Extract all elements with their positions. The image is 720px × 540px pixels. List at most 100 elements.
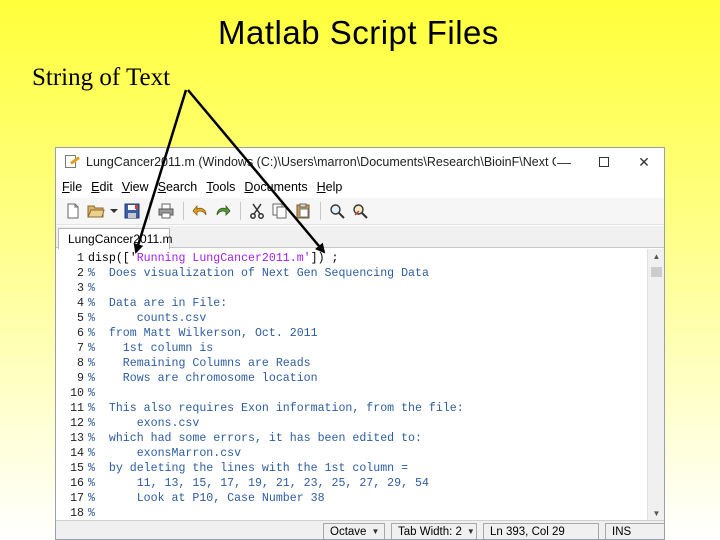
- line-number: 2: [77, 267, 84, 280]
- code-comment: % exonsMarron.csv: [88, 447, 242, 460]
- code-line[interactable]: 11 % This also requires Exon information,…: [70, 401, 643, 416]
- line-number: 6: [77, 327, 84, 340]
- paste-icon: [296, 203, 310, 219]
- save-button[interactable]: [121, 200, 143, 222]
- line-number: 14: [70, 447, 84, 460]
- code-comment: % exons.csv: [88, 417, 200, 430]
- line-number: 5: [77, 312, 84, 325]
- undo-icon: [192, 204, 207, 216]
- find-replace-icon: [353, 204, 368, 219]
- notepad-app-icon: [64, 155, 80, 169]
- paste-button[interactable]: [292, 200, 314, 222]
- document-tab-bar: LungCancer2011.m: [56, 226, 664, 249]
- line-number: 17: [70, 492, 84, 505]
- new-file-button[interactable]: [62, 200, 84, 222]
- scrollbar-thumb[interactable]: [651, 267, 662, 277]
- print-icon: [158, 203, 174, 219]
- code-line[interactable]: 8 % Remaining Columns are Reads: [77, 356, 643, 371]
- window-title: LungCancer2011.m (Windows (C:)\Users\mar…: [86, 155, 556, 169]
- line-number: 3: [77, 282, 84, 295]
- language-selector[interactable]: Octave ▼: [323, 523, 385, 539]
- code-line[interactable]: 10%: [70, 386, 643, 401]
- code-comment: % by deleting the lines with the 1st col…: [88, 462, 409, 475]
- code-comment: % Does visualization of Next Gen Sequenc…: [88, 267, 429, 280]
- code-line[interactable]: 7 % 1st column is: [77, 341, 643, 356]
- minimize-button[interactable]: —: [544, 148, 584, 176]
- code-line[interactable]: 18%: [70, 506, 643, 521]
- chevron-down-icon: ▼: [371, 527, 380, 536]
- chevron-down-icon: ▼: [466, 527, 475, 536]
- scroll-up-icon[interactable]: ▲: [648, 249, 664, 263]
- line-number: 11: [70, 402, 84, 415]
- tab-lungcancer2011[interactable]: LungCancer2011.m: [58, 228, 173, 249]
- code-line[interactable]: 16 % 11, 13, 15, 17, 19, 21, 23, 25, 27, …: [70, 476, 643, 491]
- code-line[interactable]: 14 % exonsMarron.csv: [70, 446, 643, 461]
- open-button[interactable]: [85, 200, 107, 222]
- code-line[interactable]: 2 % Does visualization of Next Gen Sequen…: [77, 266, 643, 281]
- toolbar-separator: [149, 202, 150, 220]
- code-line[interactable]: 12 % exons.csv: [70, 416, 643, 431]
- find-button[interactable]: [326, 200, 348, 222]
- redo-icon: [216, 204, 231, 216]
- line-number: 8: [77, 357, 84, 370]
- line-number: 16: [70, 477, 84, 490]
- code-line[interactable]: 9 % Rows are chromosome location: [77, 371, 643, 386]
- line-number: 18: [70, 507, 84, 520]
- menu-search[interactable]: Search: [158, 180, 198, 194]
- code-comment: % which had some errors, it has been edi…: [88, 432, 422, 445]
- print-button[interactable]: [155, 200, 177, 222]
- code-line[interactable]: 15 % by deleting the lines with the 1st c…: [70, 461, 643, 476]
- find-replace-button[interactable]: [349, 200, 371, 222]
- maximize-button[interactable]: [584, 148, 624, 176]
- code-line[interactable]: 3%: [77, 281, 643, 296]
- slide-title: Matlab Script Files: [218, 14, 499, 51]
- open-recent-dropdown[interactable]: [108, 200, 120, 222]
- code-line[interactable]: 5 % counts.csv: [77, 311, 643, 326]
- tab-width-selector[interactable]: Tab Width: 2 ▼: [391, 523, 477, 539]
- line-number: 9: [77, 372, 84, 385]
- code-comment: % Data are in File:: [88, 297, 228, 310]
- cut-button[interactable]: [246, 200, 268, 222]
- toolbar-separator: [183, 202, 184, 220]
- code-comment: %: [88, 282, 95, 295]
- code-line[interactable]: 6 % from Matt Wilkerson, Oct. 2011: [77, 326, 643, 341]
- close-icon: ✕: [638, 153, 650, 170]
- line-number: 13: [70, 432, 84, 445]
- menu-file[interactable]: File: [62, 180, 82, 194]
- undo-button[interactable]: [189, 200, 211, 222]
- copy-icon: [272, 203, 287, 219]
- code-line[interactable]: 17 % Look at P10, Case Number 38: [70, 491, 643, 506]
- menu-help[interactable]: Help: [317, 180, 343, 194]
- code-comment: %: [88, 387, 95, 400]
- code-comment: % This also requires Exon information, f…: [88, 402, 464, 415]
- menu-documents[interactable]: Documents: [244, 180, 307, 194]
- line-number: 15: [70, 462, 84, 475]
- code-comment: % 11, 13, 15, 17, 19, 21, 23, 25, 27, 29…: [88, 477, 429, 490]
- code-comment: % from Matt Wilkerson, Oct. 2011: [88, 327, 318, 340]
- save-icon: [124, 203, 140, 219]
- menu-view[interactable]: View: [122, 180, 149, 194]
- open-folder-icon: [87, 205, 105, 218]
- title-bar[interactable]: LungCancer2011.m (Windows (C:)\Users\mar…: [56, 148, 664, 176]
- vertical-scrollbar[interactable]: ▲ ▼: [647, 249, 664, 520]
- redo-button[interactable]: [212, 200, 234, 222]
- code-line[interactable]: 4 % Data are in File:: [77, 296, 643, 311]
- code-line[interactable]: 1 disp(['Running LungCancer2011.m']) ;: [77, 251, 643, 266]
- code-line[interactable]: 13 % which had some errors, it has been e…: [70, 431, 643, 446]
- copy-button[interactable]: [269, 200, 291, 222]
- string-of-text-label: String of Text: [32, 64, 171, 91]
- toolbar-separator: [320, 202, 321, 220]
- string-literal: Running LungCancer2011.m': [136, 252, 311, 265]
- status-bar: Octave ▼ Tab Width: 2 ▼ Ln 393, Col 29 INS: [56, 520, 664, 539]
- insert-mode: INS: [605, 523, 664, 539]
- scroll-down-icon[interactable]: ▼: [648, 506, 664, 520]
- code-comment: % counts.csv: [88, 312, 207, 325]
- menu-edit[interactable]: Edit: [91, 180, 113, 194]
- code-editor[interactable]: 1 disp(['Running LungCancer2011.m']) ; 2 % …: [56, 249, 664, 520]
- code-comment: % 1st column is: [88, 342, 214, 355]
- close-button[interactable]: ✕: [624, 148, 664, 176]
- maximize-icon: [599, 157, 609, 167]
- code-area[interactable]: 1 disp(['Running LungCancer2011.m']) ; 2 % …: [70, 251, 643, 521]
- code-text: disp([': [88, 252, 137, 265]
- menu-tools[interactable]: Tools: [206, 180, 235, 194]
